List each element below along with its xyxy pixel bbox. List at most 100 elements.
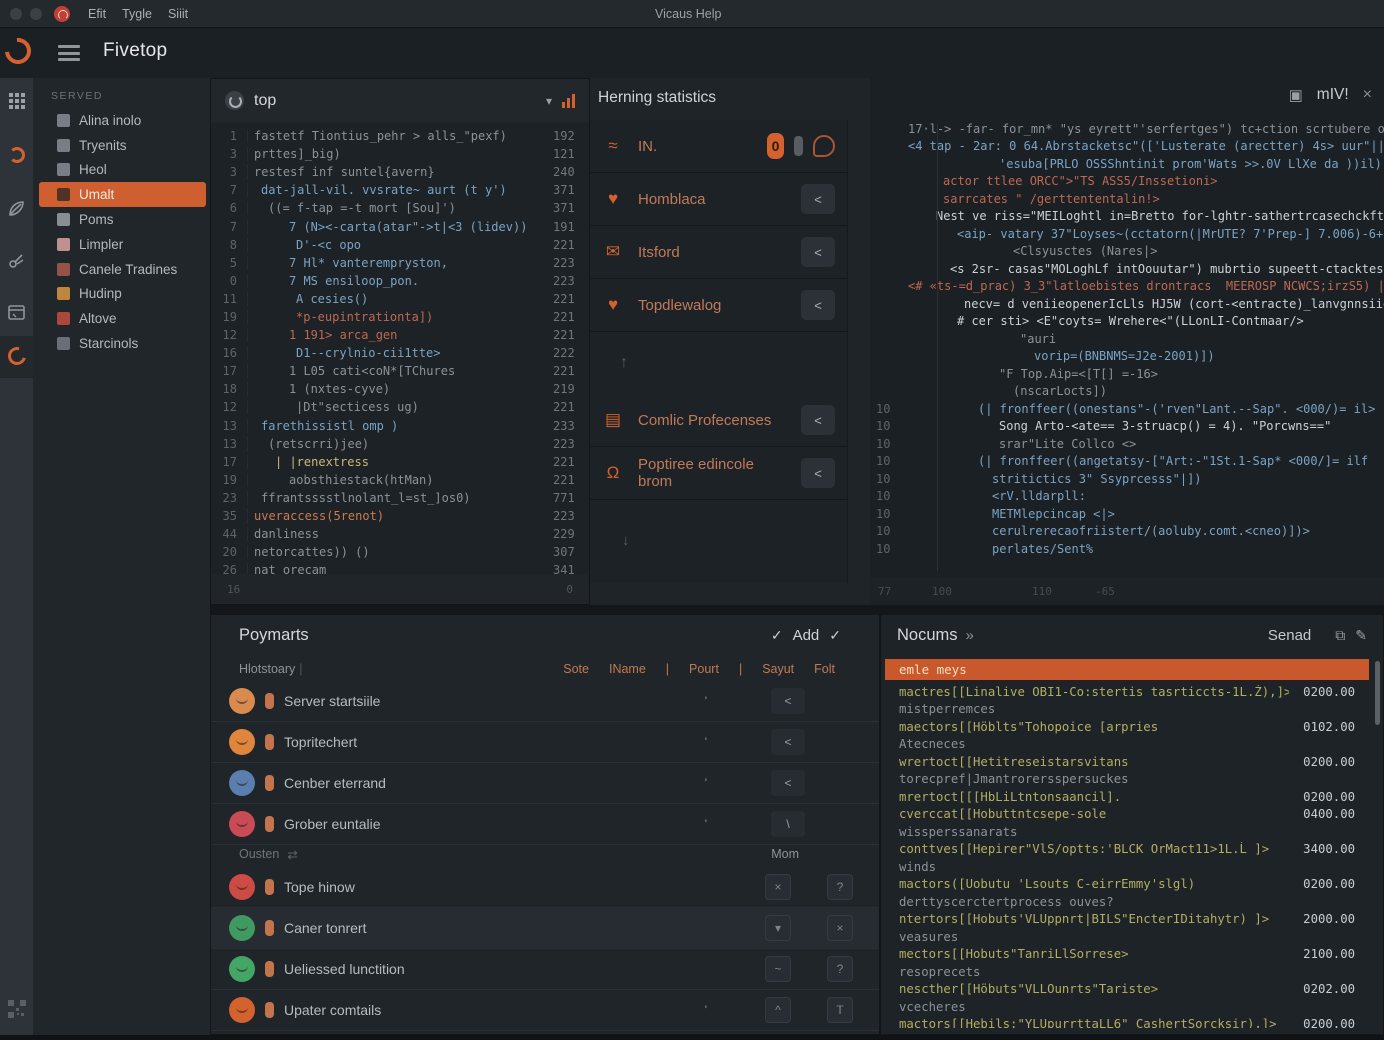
collapse-button[interactable]: < bbox=[801, 237, 835, 267]
collapse-button[interactable]: < bbox=[801, 184, 835, 214]
nocums-row[interactable]: Atecneces bbox=[885, 736, 1369, 754]
signal-bars-icon[interactable] bbox=[562, 94, 575, 108]
close-icon[interactable]: × bbox=[1363, 86, 1372, 104]
sidebar-item[interactable]: Starcinols bbox=[39, 331, 206, 356]
stats-item-row[interactable]: ▤ Comlic Profecenses < bbox=[590, 394, 847, 447]
row-action-button[interactable]: × bbox=[827, 915, 853, 941]
nocums-row[interactable]: veasures bbox=[885, 928, 1369, 946]
scroll-down-indicator[interactable]: ↓ bbox=[622, 532, 630, 549]
qr-code-icon[interactable] bbox=[6, 998, 27, 1019]
swap-icon[interactable]: ⇄ bbox=[287, 847, 297, 862]
scrollbar[interactable] bbox=[1375, 661, 1380, 725]
task-row[interactable]: Caner tonrert ▾ × bbox=[211, 908, 879, 949]
wrench-icon[interactable] bbox=[6, 250, 27, 271]
nocums-row[interactable]: mrertoct[[[HbLiLtntonsaancil]. 0200.00 bbox=[885, 788, 1369, 806]
menubar-menu[interactable]: Efit bbox=[82, 7, 112, 21]
stats-item-row[interactable]: ♥ Topdlewalog < bbox=[590, 279, 847, 332]
sidebar-item[interactable]: Tryenits bbox=[39, 133, 206, 158]
active-tool-tile[interactable] bbox=[0, 336, 33, 378]
nocums-row[interactable]: wrertoct[[Hetitreseistarsvitans 0200.00 bbox=[885, 753, 1369, 771]
add-button[interactable]: Add bbox=[793, 627, 820, 644]
nocums-row[interactable]: resoprecets bbox=[885, 963, 1369, 981]
nocums-row[interactable]: nescther[[Höbuts"VLLOunrts"Tariste> 0202… bbox=[885, 981, 1369, 999]
collapse-button[interactable]: < bbox=[801, 290, 835, 320]
sidebar-item[interactable]: Heol bbox=[39, 158, 206, 183]
row-action-button[interactable]: ~ bbox=[765, 956, 791, 982]
payment-row[interactable]: Topritechert ' < bbox=[211, 722, 879, 763]
nocums-row[interactable]: wissperssanarats bbox=[885, 823, 1369, 841]
chevron-right-icon[interactable]: » bbox=[966, 627, 1268, 644]
menubar-menu[interactable]: Siiit bbox=[162, 7, 194, 21]
column-header[interactable]: Pourt bbox=[689, 662, 719, 676]
payment-row[interactable]: Cenber eterrand ' < bbox=[211, 763, 879, 804]
task-row[interactable]: Tope hinow × ? bbox=[211, 867, 879, 908]
nocums-row[interactable]: winds bbox=[885, 858, 1369, 876]
nocums-row[interactable]: mactors[[Hebils:"YLUpurrttaLL6" CashertS… bbox=[885, 1016, 1369, 1029]
sidebar-item[interactable]: Poms bbox=[39, 207, 206, 232]
row-action-button[interactable]: × bbox=[765, 874, 791, 900]
history-column-label[interactable]: Hlotstoary bbox=[239, 662, 295, 676]
nocums-row[interactable]: mactres[[Linalive OBI1-Co:stertis tasrti… bbox=[885, 683, 1369, 701]
row-collapse-button[interactable]: < bbox=[771, 729, 805, 755]
stats-in-row[interactable]: ≈ IN. 0 bbox=[590, 120, 847, 173]
copy-icon[interactable]: ▣ bbox=[1289, 86, 1303, 104]
sidebar-item[interactable]: Canele Tradines bbox=[39, 257, 206, 282]
nocums-row[interactable]: mistperremces bbox=[885, 701, 1369, 719]
row-action-button[interactable]: ? bbox=[827, 956, 853, 982]
column-header[interactable]: | bbox=[666, 662, 669, 676]
swirl-logo-icon[interactable] bbox=[6, 144, 27, 165]
task-row[interactable]: Upater comtails ' ^ T bbox=[211, 990, 879, 1031]
row-collapse-button[interactable]: < bbox=[771, 770, 805, 796]
copy-icon[interactable]: ⧉ bbox=[1335, 627, 1345, 644]
column-header[interactable]: IName bbox=[609, 662, 646, 676]
payment-row[interactable]: Grober euntalie ' \ bbox=[211, 804, 879, 845]
sidebar-item[interactable]: Limpler bbox=[39, 232, 206, 257]
nocums-row[interactable]: mectors[[Hobuts"TanriLlSorrese> 2100.00 bbox=[885, 946, 1369, 964]
nocums-row[interactable]: mactors([Uobutu 'Lsouts C-eirrEmmy'slgl)… bbox=[885, 876, 1369, 894]
nocums-row[interactable]: torecpref|Jmantrorersspersuckes bbox=[885, 771, 1369, 789]
nocums-row[interactable]: conttves[[Hepirer"VlS/optts:'BLCK OrMact… bbox=[885, 841, 1369, 859]
grid-icon[interactable] bbox=[6, 90, 27, 111]
stats-item-label: Itsford bbox=[638, 244, 787, 261]
leaf-icon[interactable] bbox=[6, 198, 27, 219]
window-icon[interactable] bbox=[6, 302, 27, 323]
row-action-button[interactable]: T bbox=[827, 997, 853, 1023]
send-button[interactable]: Senad bbox=[1268, 627, 1311, 644]
collapse-button[interactable]: < bbox=[801, 458, 835, 488]
row-collapse-button[interactable]: < bbox=[771, 688, 805, 714]
sidebar-item[interactable]: Umalt bbox=[39, 182, 206, 207]
scroll-up-indicator[interactable]: ↑ bbox=[590, 332, 847, 394]
collapse-button[interactable]: < bbox=[801, 405, 835, 435]
sidebar-item[interactable]: Altove bbox=[39, 306, 206, 331]
row-collapse-button[interactable]: \ bbox=[771, 811, 805, 837]
selected-row[interactable]: emle meys bbox=[885, 659, 1369, 680]
nocums-row[interactable]: ntertors[[Hobuts'VLUppnrt|BILS"EncterIDi… bbox=[885, 911, 1369, 929]
window-control-dot[interactable] bbox=[10, 8, 22, 20]
column-header[interactable]: Sayut bbox=[762, 662, 794, 676]
hamburger-menu-icon[interactable] bbox=[58, 45, 80, 61]
sidebar-item[interactable]: Alina inolo bbox=[39, 108, 206, 133]
row-action-button[interactable]: ▾ bbox=[765, 915, 791, 941]
check-icon[interactable]: ✓ bbox=[771, 627, 783, 644]
row-action-button[interactable]: ? bbox=[827, 874, 853, 900]
check-icon[interactable]: ✓ bbox=[829, 627, 841, 644]
chevron-down-icon[interactable]: ▾ bbox=[546, 94, 552, 108]
sidebar-item[interactable]: Hudinp bbox=[39, 282, 206, 307]
edit-icon[interactable]: ✎ bbox=[1355, 627, 1367, 644]
column-header[interactable]: | bbox=[739, 662, 742, 676]
stats-item-row[interactable]: ✉ Itsford < bbox=[590, 226, 847, 279]
stats-item-row[interactable]: ♥ Homblaca < bbox=[590, 173, 847, 226]
payment-row[interactable]: Server startsiile ' < bbox=[211, 681, 879, 722]
task-row[interactable]: Ueliessed lunctition ~ ? bbox=[211, 949, 879, 990]
column-header[interactable]: Folt bbox=[814, 662, 835, 676]
nocums-row[interactable]: vcecheres bbox=[885, 998, 1369, 1016]
stats-item-row[interactable]: Ω Poptiree edincole brom < bbox=[590, 447, 847, 500]
section-label[interactable]: Ousten bbox=[239, 847, 279, 861]
row-action-button[interactable]: ^ bbox=[765, 997, 791, 1023]
nocums-row[interactable]: derttyscerctertprocess ouves? bbox=[885, 893, 1369, 911]
menubar-menu[interactable]: Tygle bbox=[116, 7, 158, 21]
nocums-row[interactable]: cverccat[[Hobuttntcsepe-sole 0400.00 bbox=[885, 806, 1369, 824]
nocums-row[interactable]: maectors[[Höblts"Tohopoice [arpries 0102… bbox=[885, 718, 1369, 736]
window-control-dot[interactable] bbox=[30, 8, 42, 20]
column-header[interactable]: Sote bbox=[563, 662, 589, 676]
